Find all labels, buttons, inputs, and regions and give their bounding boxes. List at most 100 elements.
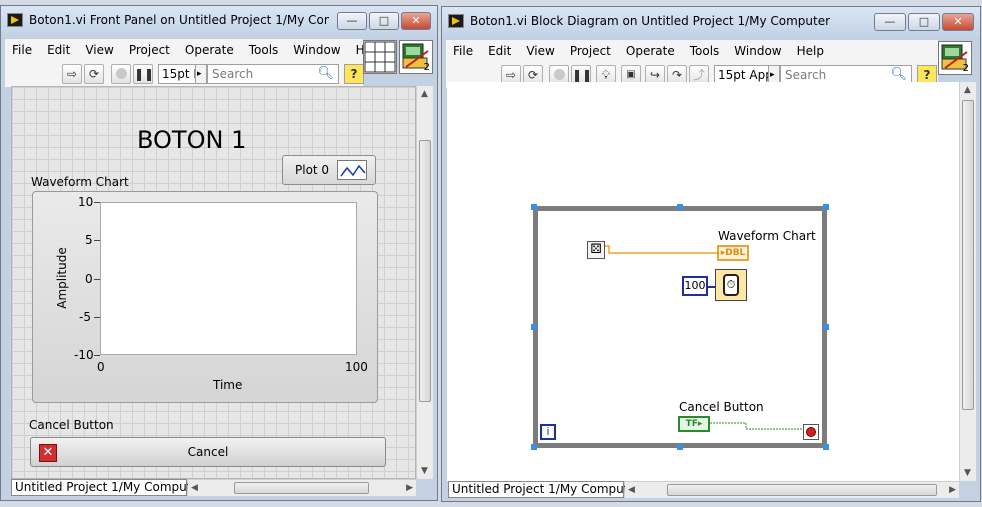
wait-constant[interactable]: 100: [682, 276, 708, 296]
scroll-down-arrow[interactable]: ▼: [964, 468, 971, 478]
front-panel-toolbar: ⇨ ⟳ ❚❚ 15pt D ▸ Search 🔍︎ ?: [5, 61, 364, 87]
chart-label: Waveform Chart: [31, 175, 129, 189]
plot-legend[interactable]: Plot 0: [282, 155, 376, 185]
menu-tools[interactable]: Tools: [683, 44, 728, 58]
block-diagram-window: Boton1.vi Block Diagram on Untitled Proj…: [441, 6, 981, 502]
menu-window[interactable]: Window: [727, 44, 789, 58]
menu-view[interactable]: View: [519, 44, 562, 58]
x-axis-label: Time: [213, 378, 243, 392]
boolean-wire[interactable]: [710, 420, 810, 432]
x-tick-label: 0: [97, 360, 105, 374]
hscroll-thumb[interactable]: [667, 484, 937, 496]
y-tick-label: -10: [74, 348, 94, 362]
y-tick-mark: [94, 279, 100, 280]
vscroll-thumb[interactable]: [419, 140, 431, 402]
pause-icon[interactable]: ❚❚: [133, 64, 154, 84]
block-diagram-title: Boton1.vi Block Diagram on Untitled Proj…: [470, 14, 831, 28]
chart-plot-area[interactable]: [100, 202, 357, 355]
y-tick-label: 5: [85, 233, 93, 247]
loop-handle[interactable]: [823, 324, 829, 330]
block-diagram-status: Untitled Project 1/My Computer: [448, 481, 641, 498]
menu-view[interactable]: View: [78, 43, 121, 57]
abort-icon[interactable]: [111, 64, 131, 84]
menu-edit[interactable]: Edit: [481, 44, 519, 58]
menu-tools[interactable]: Tools: [242, 43, 287, 57]
wait-ms-icon[interactable]: ⏱︎: [715, 269, 747, 301]
run-arrow-icon[interactable]: ⇨: [62, 64, 82, 84]
front-panel-titlebar[interactable]: Boton1.vi Front Panel on Untitled Projec…: [1, 6, 437, 36]
chart-terminal[interactable]: ▸DBL: [717, 245, 749, 261]
loop-handle[interactable]: [823, 444, 829, 450]
search-placeholder: Search: [212, 67, 254, 81]
loop-handle[interactable]: [531, 204, 537, 210]
front-panel-menubar: File Edit View Project Operate Tools Win…: [5, 39, 383, 61]
scroll-up-arrow[interactable]: ▲: [964, 85, 971, 95]
menu-file[interactable]: File: [446, 44, 481, 58]
minimize-button[interactable]: —: [337, 12, 367, 30]
front-panel-window: Boton1.vi Front Panel on Untitled Projec…: [0, 5, 438, 501]
y-tick-mark: [94, 240, 100, 241]
vi-icon[interactable]: 2: [399, 40, 433, 74]
cancel-terminal[interactable]: TF▸: [678, 416, 710, 432]
loop-handle[interactable]: [823, 204, 829, 210]
y-axis-label: Amplitude: [55, 247, 69, 309]
menu-window[interactable]: Window: [286, 43, 348, 57]
menu-operate[interactable]: Operate: [619, 44, 683, 58]
maximize-button[interactable]: □: [369, 12, 399, 30]
stop-condition-icon[interactable]: [803, 424, 819, 440]
front-panel-hscroll[interactable]: ◀ ▶: [188, 479, 416, 496]
waveform-chart[interactable]: 10 5 0 -5 -10 Amplitude 0 100 Time: [32, 191, 378, 403]
menu-project[interactable]: Project: [122, 43, 178, 57]
vi-icon-number: 2: [423, 62, 430, 73]
loop-iteration-terminal[interactable]: i: [540, 424, 556, 440]
font-selector-text: 15pt App: [718, 68, 772, 82]
scroll-left-arrow[interactable]: ◀: [191, 483, 198, 493]
vi-icon[interactable]: 2: [938, 41, 972, 75]
connector-pane[interactable]: [363, 40, 397, 74]
menu-file[interactable]: File: [5, 43, 40, 57]
scroll-up-arrow[interactable]: ▲: [421, 89, 428, 99]
vscroll-thumb[interactable]: [962, 100, 974, 410]
data-wire[interactable]: [605, 243, 735, 257]
menu-operate[interactable]: Operate: [178, 43, 242, 57]
menu-help[interactable]: Help: [790, 44, 832, 58]
scroll-right-arrow[interactable]: ▶: [406, 483, 413, 493]
front-panel-canvas[interactable]: BOTON 1 Plot 0 Waveform Chart 10 5 0 -5 …: [11, 86, 416, 479]
cancel-button[interactable]: ✕ Cancel: [30, 437, 386, 467]
search-icon[interactable]: 🔍︎: [317, 65, 334, 83]
random-number-dice-icon[interactable]: ⚄: [587, 241, 605, 259]
plot-line-icon: [337, 160, 367, 180]
close-button[interactable]: ✕: [942, 13, 974, 31]
labview-app-icon: [448, 14, 464, 28]
menu-edit[interactable]: Edit: [40, 43, 78, 57]
font-selector-arrow[interactable]: ▸: [195, 64, 207, 84]
labview-app-icon: [7, 13, 23, 27]
maximize-button[interactable]: □: [908, 13, 940, 31]
y-tick-mark: [94, 202, 100, 203]
loop-handle[interactable]: [531, 324, 537, 330]
minimize-button[interactable]: —: [874, 13, 906, 31]
menu-project[interactable]: Project: [563, 44, 619, 58]
run-continuously-icon[interactable]: ⟳: [84, 64, 104, 84]
chart-terminal-type: DBL: [725, 248, 746, 258]
scroll-down-arrow[interactable]: ▼: [421, 466, 428, 476]
block-diagram-canvas[interactable]: ⚄ Waveform Chart ▸DBL 100 ⏱︎ Cancel Butt…: [447, 82, 959, 481]
scroll-left-arrow[interactable]: ◀: [628, 485, 635, 495]
front-panel-vscroll[interactable]: ▲ ▼: [416, 86, 433, 479]
search-input[interactable]: Search 🔍︎: [207, 64, 339, 84]
close-button[interactable]: ✕: [401, 12, 431, 30]
block-diagram-menubar: File Edit View Project Operate Tools Win…: [446, 40, 938, 62]
x-tick-label: 100: [345, 360, 368, 374]
loop-iteration-text: i: [546, 425, 550, 438]
loop-handle[interactable]: [677, 204, 683, 210]
scroll-right-arrow[interactable]: ▶: [949, 485, 956, 495]
loop-handle[interactable]: [531, 444, 537, 450]
hscroll-thumb[interactable]: [234, 482, 369, 494]
wait-constant-value: 100: [684, 279, 706, 292]
block-diagram-vscroll[interactable]: ▲ ▼: [959, 82, 976, 481]
block-diagram-hscroll[interactable]: ◀ ▶: [625, 481, 959, 498]
front-panel-status: Untitled Project 1/My Computer: [11, 479, 204, 496]
help-icon[interactable]: ?: [344, 64, 364, 84]
block-diagram-titlebar[interactable]: Boton1.vi Block Diagram on Untitled Proj…: [442, 7, 980, 37]
loop-handle[interactable]: [677, 444, 683, 450]
